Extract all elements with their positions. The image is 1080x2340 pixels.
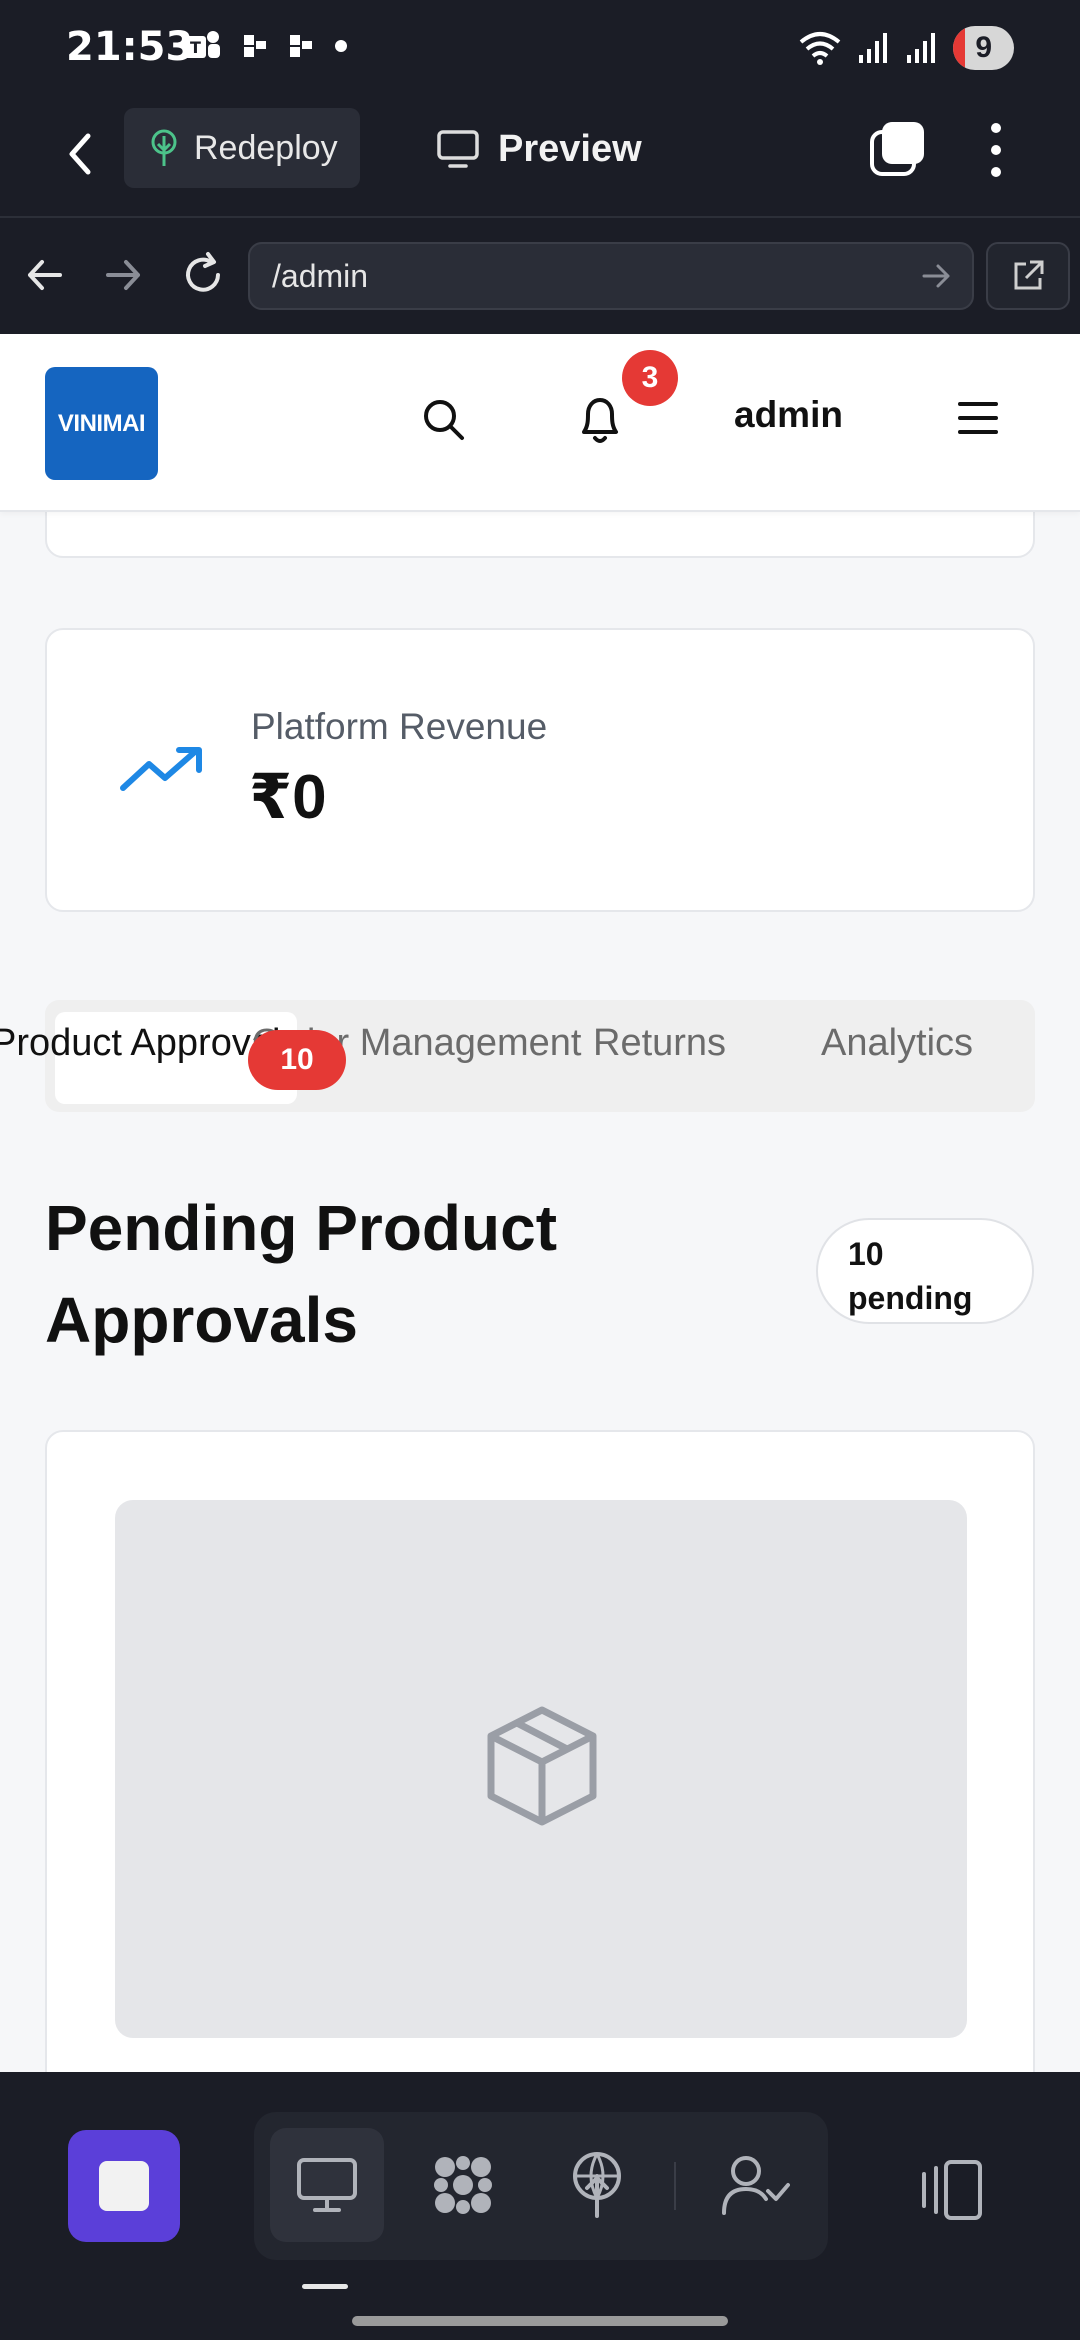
redeploy-button[interactable]: Redeploy [124, 108, 360, 188]
back-arrow-icon[interactable] [56, 124, 106, 184]
app-notification-icon [244, 35, 266, 57]
notification-count-badge: 3 [622, 350, 678, 406]
app-notification-icon [290, 35, 312, 57]
section-title: Pending Product Approvals [45, 1192, 557, 1356]
trending-up-icon [120, 747, 202, 791]
product-image-placeholder [115, 1500, 967, 2038]
status-system-icons: 9 [797, 26, 1014, 70]
web-content: VINIMAI 3 admin Platform Revenue ₹0 Prod… [0, 334, 1080, 2072]
package-box-icon [487, 1706, 597, 1826]
preview-button[interactable]: Preview [436, 114, 642, 184]
app-bar: Redeploy Preview [0, 96, 1080, 216]
deploy-button[interactable] [540, 2128, 654, 2242]
more-vertical-icon[interactable] [976, 118, 1016, 182]
user-name[interactable]: admin [734, 394, 843, 436]
tab-analytics[interactable]: Analytics [821, 1022, 973, 1065]
account-button[interactable] [698, 2128, 812, 2242]
pending-approvals-badge: 10 [248, 1030, 346, 1090]
hamburger-menu-icon[interactable] [958, 400, 998, 436]
browser-forward-icon[interactable] [98, 250, 148, 300]
wifi-icon [800, 32, 841, 65]
stop-button[interactable] [68, 2130, 180, 2242]
bottom-dock [0, 2072, 1080, 2340]
monitor-icon [297, 2158, 357, 2212]
admin-tabs: Product Approvals Order Management Retur… [0, 1000, 1035, 1112]
desktop-view-button[interactable] [270, 2128, 384, 2242]
tabs-switcher-icon[interactable] [868, 118, 928, 178]
open-external-button[interactable] [986, 242, 1070, 310]
revenue-value: ₹0 [249, 763, 327, 832]
notification-bell-icon[interactable] [574, 390, 626, 450]
signal-icon [859, 33, 888, 63]
dock-active-indicator [302, 2284, 348, 2289]
url-input[interactable]: /admin [248, 242, 974, 310]
integrations-button[interactable] [406, 2128, 520, 2242]
browser-back-icon[interactable] [20, 250, 70, 300]
user-check-icon [722, 2156, 790, 2215]
device-layout-icon[interactable] [916, 2158, 996, 2222]
pending-count-pill: 10 pending [816, 1218, 1034, 1324]
reload-icon[interactable] [178, 250, 228, 300]
browser-toolbar: /admin [0, 216, 1080, 334]
revenue-label: Platform Revenue [251, 706, 548, 747]
gesture-home-bar[interactable] [352, 2316, 728, 2326]
flower-grid-icon [434, 2156, 492, 2214]
stop-square-icon [99, 2161, 149, 2211]
deploy-tree-icon [151, 129, 177, 166]
dock-separator [674, 2162, 676, 2210]
status-time: 21:53 [66, 24, 194, 70]
signal-icon [907, 33, 936, 63]
site-logo[interactable]: VINIMAI [45, 367, 158, 480]
search-icon[interactable] [418, 394, 468, 444]
site-header: VINIMAI 3 admin [0, 334, 1080, 512]
status-bar: 21:53 T 9 [0, 0, 1080, 96]
preview-label: Preview [498, 127, 642, 170]
status-notification-icons: T [182, 28, 348, 64]
more-notifications-dot-icon [335, 40, 347, 52]
url-text: /admin [272, 257, 369, 294]
tab-returns[interactable]: Returns [593, 1022, 726, 1065]
monitor-icon [437, 130, 479, 168]
teams-icon: T [184, 31, 220, 58]
dock-toolbar [254, 2112, 828, 2260]
redeploy-label: Redeploy [194, 128, 338, 167]
svg-text:T: T [190, 38, 201, 57]
deploy-globe-icon [573, 2152, 621, 2218]
go-arrow-icon[interactable] [918, 258, 954, 294]
product-card[interactable] [45, 1430, 1035, 2072]
pending-count: 10 [848, 1236, 884, 1272]
platform-revenue-card: Platform Revenue ₹0 [45, 628, 1035, 912]
external-link-icon [1014, 260, 1044, 290]
battery-indicator: 9 [953, 26, 1014, 70]
pending-word: pending [848, 1280, 973, 1316]
